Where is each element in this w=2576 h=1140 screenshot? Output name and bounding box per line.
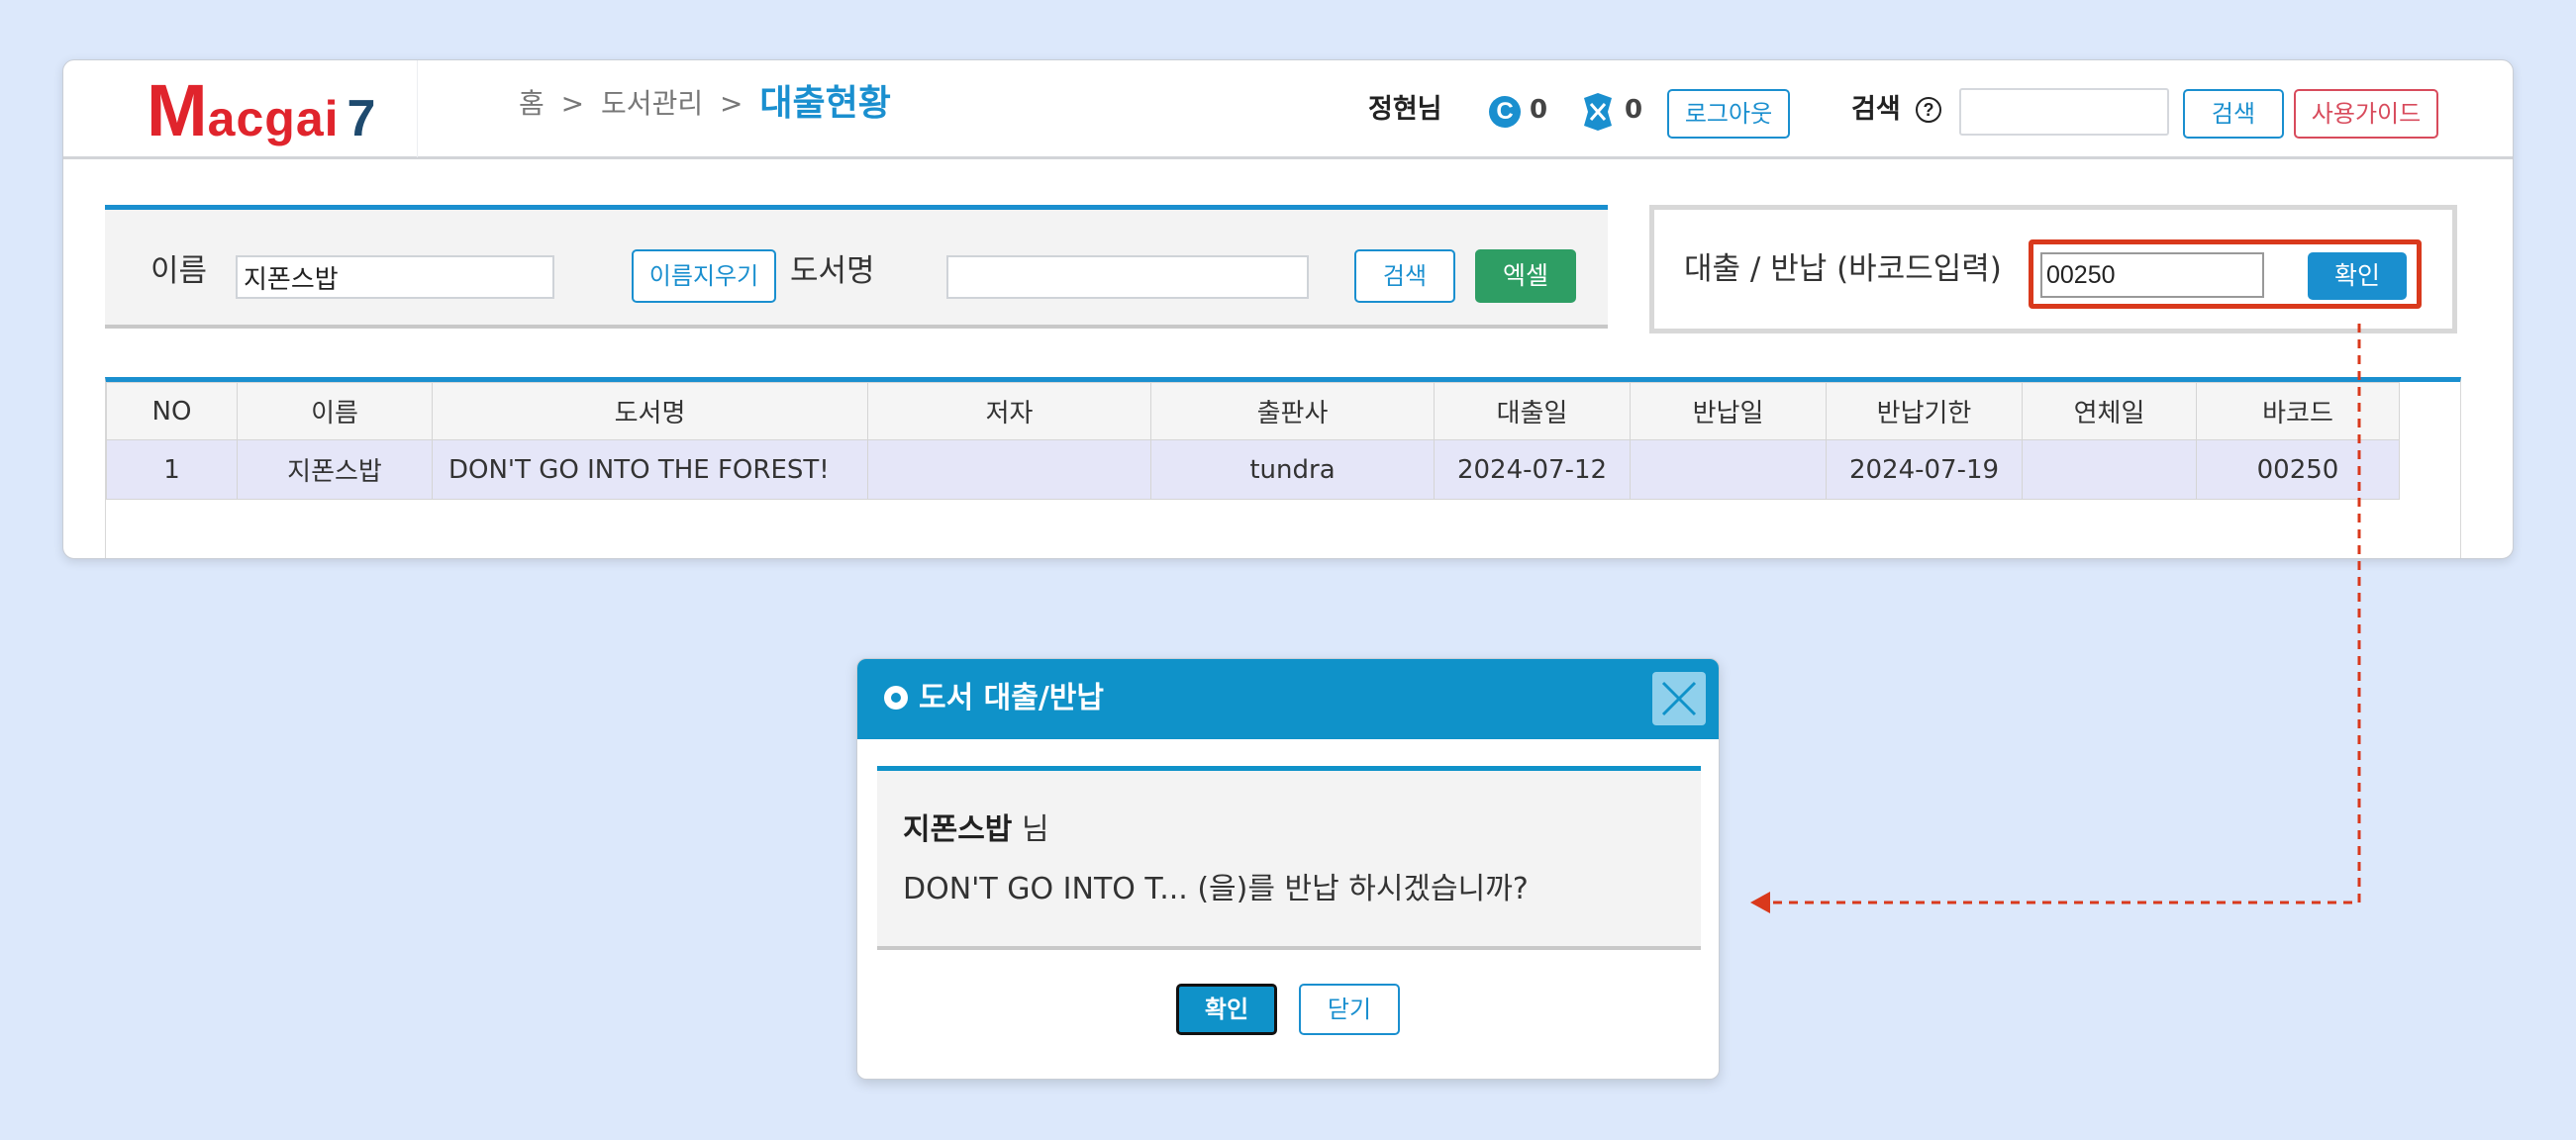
cell-publisher: tundra <box>1150 439 1435 500</box>
column-header[interactable]: NO <box>106 382 238 440</box>
ticket-count: 0 <box>1625 95 1643 125</box>
dialog-confirm-button[interactable]: 확인 <box>1176 984 1277 1035</box>
logout-button[interactable]: 로그아웃 <box>1667 89 1790 139</box>
column-header[interactable]: 바코드 <box>2196 382 2400 440</box>
column-header[interactable]: 이름 <box>237 382 433 440</box>
loan-table-container: NO 이름 도서명 저자 출판사 대출일 반납일 반납기한 연체일 바코드 1 … <box>105 377 2461 558</box>
user-guide-button[interactable]: 사용가이드 <box>2294 89 2438 139</box>
breadcrumb-section[interactable]: 도서관리 <box>601 87 703 120</box>
column-header[interactable]: 반납일 <box>1630 382 1827 440</box>
header-bar: Macgai 7 홈 > 도서관리 > 대출현황 정현님 C 0 0 로그아웃 검… <box>63 60 2513 159</box>
logo-text: acgai <box>207 91 340 146</box>
help-icon[interactable]: ? <box>1916 97 1941 123</box>
ticket-icon <box>1581 92 1615 132</box>
breadcrumb-home[interactable]: 홈 <box>519 87 545 120</box>
dialog-close-button[interactable]: 닫기 <box>1299 984 1400 1035</box>
header-search-button[interactable]: 검색 <box>2183 89 2284 139</box>
cell-author <box>867 439 1151 500</box>
return-dialog: 도서 대출/반납 지폰스밥 님 DON'T GO INTO T... (을)를 … <box>856 658 1720 1080</box>
user-name: 정현님 <box>1368 94 1442 125</box>
dialog-message-box: 지폰스밥 님 DON'T GO INTO T... (을)를 반납 하시겠습니까… <box>877 766 1701 950</box>
cell-name: 지폰스밥 <box>237 439 433 500</box>
loan-table: NO 이름 도서명 저자 출판사 대출일 반납일 반납기한 연체일 바코드 1 … <box>106 382 2400 500</box>
breadcrumb-separator: > <box>720 87 743 120</box>
breadcrumb: 홈 > 도서관리 > 대출현황 <box>519 84 891 124</box>
bullet-icon <box>884 686 908 710</box>
dialog-honorific: 님 <box>1012 812 1049 847</box>
filter-search-button[interactable]: 검색 <box>1354 249 1455 303</box>
dialog-user-name: 지폰스밥 <box>903 812 1013 847</box>
coin-icon: C <box>1489 96 1521 128</box>
logo-m: M <box>147 69 208 151</box>
cell-overdue-days <box>2022 439 2197 500</box>
close-icon[interactable] <box>1652 672 1706 725</box>
column-header[interactable]: 도서명 <box>432 382 868 440</box>
search-label: 검색 <box>1851 94 1901 125</box>
cell-return-date <box>1630 439 1827 500</box>
column-header[interactable]: 저자 <box>867 382 1151 440</box>
barcode-panel: 대출 / 반납 (바코드입력) 확인 <box>1649 205 2457 333</box>
cell-barcode: 00250 <box>2196 439 2400 500</box>
dialog-header: 도서 대출/반납 <box>857 659 1719 739</box>
header-search-input[interactable] <box>1959 88 2169 136</box>
cell-book-title: DON'T GO INTO THE FOREST! <box>432 439 868 500</box>
page-title: 대출현황 <box>759 83 891 124</box>
table-header-row: NO 이름 도서명 저자 출판사 대출일 반납일 반납기한 연체일 바코드 <box>106 382 2400 440</box>
dialog-message: DON'T GO INTO T... (을)를 반납 하시겠습니까? <box>903 872 1529 906</box>
coin-count: 0 <box>1530 95 1548 125</box>
name-input[interactable] <box>236 255 554 299</box>
table-row[interactable]: 1 지폰스밥 DON'T GO INTO THE FOREST! tundra … <box>106 439 2400 500</box>
dialog-title: 도서 대출/반납 <box>919 681 1105 715</box>
book-title-input[interactable] <box>946 255 1309 299</box>
column-header[interactable]: 대출일 <box>1434 382 1631 440</box>
name-label: 이름 <box>150 253 208 289</box>
column-header[interactable]: 반납기한 <box>1826 382 2023 440</box>
excel-button[interactable]: 엑셀 <box>1475 249 1576 303</box>
macgai-logo[interactable]: Macgai 7 <box>147 66 375 176</box>
book-title-label: 도서명 <box>790 253 875 289</box>
column-header[interactable]: 연체일 <box>2022 382 2197 440</box>
logo-number: 7 <box>347 90 376 147</box>
filter-panel: 이름 이름지우기 도서명 검색 엑셀 <box>105 205 1608 329</box>
breadcrumb-separator: > <box>560 87 585 120</box>
barcode-input[interactable] <box>2040 252 2264 298</box>
cell-loan-date: 2024-07-12 <box>1434 439 1631 500</box>
cell-due-date: 2024-07-19 <box>1826 439 2023 500</box>
cell-no: 1 <box>106 439 238 500</box>
clear-name-button[interactable]: 이름지우기 <box>632 249 776 303</box>
logo-area: Macgai 7 <box>63 60 418 157</box>
barcode-confirm-button[interactable]: 확인 <box>2308 252 2407 300</box>
barcode-label: 대출 / 반납 (바코드입력) <box>1684 251 2002 287</box>
dialog-user-line: 지폰스밥 님 <box>903 810 1049 850</box>
app-window: Macgai 7 홈 > 도서관리 > 대출현황 정현님 C 0 0 로그아웃 검… <box>62 59 2514 559</box>
connector-arrowhead <box>1750 892 1770 913</box>
column-header[interactable]: 출판사 <box>1150 382 1435 440</box>
